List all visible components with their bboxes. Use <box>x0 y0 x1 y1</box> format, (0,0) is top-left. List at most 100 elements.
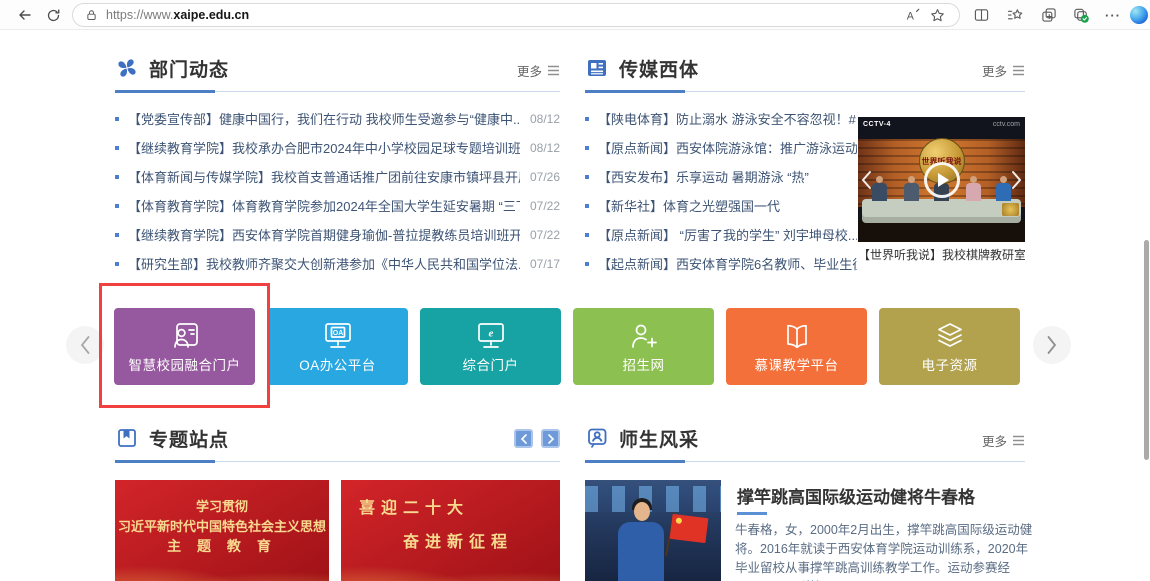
news-item[interactable]: 【起点新闻】西安体育学院6名教师、毕业生征... <box>585 249 857 278</box>
list-icon <box>1012 435 1025 446</box>
chevron-left-icon <box>520 434 528 444</box>
ellipsis-icon: ··· <box>1105 8 1121 23</box>
news-item[interactable]: 【陕电体育】防止溺水 游泳安全不容忽视！#... <box>585 104 857 133</box>
tile-mooc-platform[interactable]: 慕课教学平台 <box>726 308 867 385</box>
show-emblem <box>1002 203 1019 216</box>
section-title: 专题站点 <box>149 425 229 452</box>
split-screen-button[interactable] <box>968 0 994 30</box>
more-label: 更多 <box>982 431 1007 450</box>
news-title: 【起点新闻】西安体育学院6名教师、毕业生征... <box>598 254 857 273</box>
news-item[interactable]: 【党委宣传部】健康中国行，我们在行动 我校师生受邀参与“健康中...08/12 <box>115 104 560 133</box>
news-item[interactable]: 【西安发布】乐享运动 暑期游泳 “热” <box>585 162 857 191</box>
news-item[interactable]: 【研究生部】我校教师齐聚交大创新港参加《中华人民共和国学位法... 07/17 <box>115 249 560 278</box>
open-book-icon <box>779 320 815 352</box>
banner-text: 习近平新时代中国特色社会主义思想 <box>115 516 329 535</box>
topics-next-button[interactable] <box>541 429 560 448</box>
browser-monitor-icon: e <box>473 320 509 352</box>
news-title: 【陕电体育】防止溺水 游泳安全不容忽视！#... <box>598 109 857 128</box>
news-title: 【党委宣传部】健康中国行，我们在行动 我校师生受邀参与“健康中... <box>128 109 520 128</box>
topic-banner-theme-education[interactable]: 学习贯彻 习近平新时代中国特色社会主义思想 主 题 教 育 <box>115 480 329 581</box>
media-news-list: 【陕电体育】防止溺水 游泳安全不容忽视！#... 【原点新闻】西安体院游泳馆：推… <box>585 104 857 278</box>
bullet-icon <box>115 262 119 266</box>
media-news-header: 传媒西体 更多 <box>585 54 1025 92</box>
news-title: 【原点新闻】西安体院游泳馆：推广游泳运动 ... <box>598 138 857 157</box>
person-bubble-icon <box>585 426 609 450</box>
settings-menu-button[interactable]: ··· <box>1100 0 1126 30</box>
news-date: 07/26 <box>530 170 560 184</box>
news-date: 08/12 <box>530 141 560 155</box>
news-date: 07/22 <box>530 228 560 242</box>
tile-e-resources[interactable]: 电子资源 <box>879 308 1020 385</box>
carousel-next-button[interactable] <box>1033 326 1071 364</box>
address-bar[interactable]: https://www.xaipe.edu.cn A <box>72 3 960 27</box>
favorite-star-icon[interactable] <box>925 3 949 27</box>
article-body: 牛春格，女，2000年2月出生，撑竿跳高国际级运动健将。2016年就读于西安体育… <box>735 521 1033 581</box>
china-flag <box>670 514 709 543</box>
news-item[interactable]: 【原点新闻】 “厉害了我的学生” 刘宇坤母校... <box>585 220 857 249</box>
video-caption[interactable]: 【世界听我说】我校棋牌教研室主任李... <box>858 246 1025 263</box>
studio-floor <box>858 220 1025 242</box>
news-item[interactable]: 【新华社】体育之光塑强国一代 <box>585 191 857 220</box>
video-prev-arrow[interactable] <box>860 170 872 190</box>
topic-banner-20th-congress[interactable]: 喜迎二十大 奋进新征程 <box>341 480 560 581</box>
banner-text: 奋进新征程 <box>403 528 513 552</box>
news-item[interactable]: 【原点新闻】西安体院游泳馆：推广游泳运动 ... <box>585 133 857 162</box>
carousel-prev-button[interactable] <box>66 326 104 364</box>
dept-news-list: 【党委宣传部】健康中国行，我们在行动 我校师生受邀参与“健康中...08/12 … <box>115 104 560 278</box>
id-badge-icon <box>167 320 203 352</box>
back-button[interactable] <box>12 0 38 30</box>
add-user-icon <box>626 320 662 352</box>
section-title: 传媒西体 <box>619 55 699 82</box>
back-arrow-icon <box>17 7 33 23</box>
dept-news-more-link[interactable]: 更多 <box>517 61 560 80</box>
tile-smart-campus-portal[interactable]: 智慧校园融合门户 <box>114 308 255 385</box>
media-news-more-link[interactable]: 更多 <box>982 61 1025 80</box>
watermark-text: cctv.com <box>993 121 1020 128</box>
refresh-icon <box>46 8 61 23</box>
read-aloud-icon[interactable]: A <box>901 3 925 27</box>
banner-text: 喜迎二十大 <box>359 494 469 518</box>
refresh-button[interactable] <box>40 0 66 30</box>
url-prefix: https://www. <box>106 8 173 22</box>
topics-prev-button[interactable] <box>514 429 533 448</box>
news-item[interactable]: 【体育教育学院】体育教育学院参加2024年全国大学生延安暑期 “三下...07/… <box>115 191 560 220</box>
play-button[interactable] <box>924 162 960 198</box>
browser-window: https://www.xaipe.edu.cn A ··· <box>0 0 1150 581</box>
list-icon <box>1012 65 1025 76</box>
article-text: 牛春格，女，2000年2月出生，撑竿跳高国际级运动健将。2016年就读于西安体育… <box>735 523 1032 581</box>
host-figure <box>996 183 1011 201</box>
stage-lights <box>585 486 721 512</box>
svg-text:OA: OA <box>332 330 343 337</box>
video-thumbnail[interactable]: 世界听我说 CCTV-4 cctv.com <box>858 117 1025 242</box>
bullet-icon <box>585 233 589 237</box>
news-title: 【研究生部】我校教师齐聚交大创新港参加《中华人民共和国学位法... <box>128 254 520 273</box>
browser-toolbar: https://www.xaipe.edu.cn A ··· <box>0 0 1150 30</box>
copilot-button[interactable] <box>1126 0 1150 30</box>
tile-integrated-portal[interactable]: e 综合门户 <box>420 308 561 385</box>
news-item[interactable]: 【继续教育学院】西安体育学院首期健身瑜伽-普拉提教练员培训班开班...07/22 <box>115 220 560 249</box>
topics-header: 专题站点 <box>115 424 560 462</box>
article-title-rule <box>737 512 767 515</box>
news-title: 【体育教育学院】体育教育学院参加2024年全国大学生延安暑期 “三下... <box>128 196 520 215</box>
profiles-more-link[interactable]: 更多 <box>982 431 1025 450</box>
collections-button[interactable] <box>1036 0 1062 30</box>
favorites-hub-button[interactable] <box>1002 0 1028 30</box>
tile-admissions-site[interactable]: 招生网 <box>573 308 714 385</box>
athlete-photo[interactable] <box>585 480 721 581</box>
lock-icon <box>85 8 98 22</box>
news-title: 【新华社】体育之光塑强国一代 <box>598 196 857 215</box>
video-next-arrow[interactable] <box>1011 170 1023 190</box>
article-title[interactable]: 撑竿跳高国际级运动健将牛春格 <box>737 483 975 508</box>
browser-essentials-button[interactable] <box>1068 0 1094 30</box>
url-text: https://www.xaipe.edu.cn <box>106 8 249 22</box>
news-item[interactable]: 【体育新闻与传媒学院】我校首支普通话推广团前往安康市镇坪县开展“推普助...07… <box>115 162 560 191</box>
banner-text: 学习贯彻 <box>115 496 329 515</box>
news-item[interactable]: 【继续教育学院】我校承办合肥市2024年中小学校园足球专题培训班08/12 <box>115 133 560 162</box>
tile-label: 综合门户 <box>463 354 519 374</box>
dept-news-header: 部门动态 更多 <box>115 54 560 92</box>
tile-oa-platform[interactable]: OA OA办公平台 <box>267 308 408 385</box>
vertical-scrollbar-thumb[interactable] <box>1144 240 1149 460</box>
tile-label: 慕课教学平台 <box>755 354 839 374</box>
guest-figure <box>904 183 919 201</box>
news-date: 07/17 <box>530 257 560 271</box>
